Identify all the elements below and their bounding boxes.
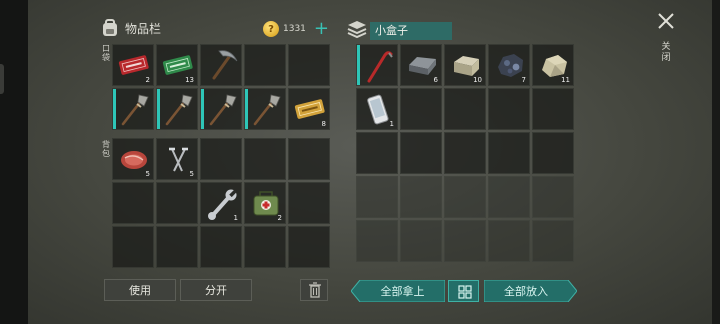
- backpack-slot[interactable]: [112, 182, 154, 224]
- crowbar-icon: [367, 51, 393, 83]
- currency-amount: 1331: [283, 24, 306, 34]
- backpack-slot[interactable]: [200, 138, 242, 180]
- left-edge-bar: [0, 0, 28, 324]
- item-count: 2: [277, 214, 282, 222]
- item-count: 6: [433, 76, 438, 84]
- container-slot[interactable]: [356, 220, 398, 262]
- backpack-slot[interactable]: 5: [112, 138, 154, 180]
- container-slot[interactable]: 1: [356, 88, 398, 130]
- game-inventory-screen: 物品栏 ? 1331 + 小盒子 口袋 背包 2 13 8 5512 6 10 7 11 1…: [0, 0, 720, 324]
- item-count: 1: [389, 120, 394, 128]
- backpack-slot[interactable]: [112, 226, 154, 268]
- take-all-button[interactable]: 全部拿上: [360, 280, 445, 302]
- pocket-slot[interactable]: 8: [288, 88, 330, 130]
- stone-spear-icon: [121, 94, 149, 126]
- pocket-slot[interactable]: 13: [156, 44, 198, 86]
- container-slot[interactable]: [444, 132, 486, 174]
- container-slot[interactable]: [532, 220, 574, 262]
- backpack-slot[interactable]: 1: [200, 182, 242, 224]
- pocket-slot[interactable]: 2: [112, 44, 154, 86]
- item-count: 5: [189, 170, 194, 178]
- close-icon[interactable]: [657, 12, 675, 30]
- coin-icon: ?: [263, 21, 279, 37]
- item-count: 5: [145, 170, 150, 178]
- box-stack-icon: [347, 21, 367, 39]
- right-edge-bar: [712, 0, 720, 324]
- pocket-grid: 2 13 8: [112, 44, 330, 130]
- container-title: 小盒子: [370, 22, 452, 40]
- stone-spear-icon: [253, 94, 281, 126]
- container-slot[interactable]: [532, 88, 574, 130]
- split-button[interactable]: 分开: [180, 279, 252, 301]
- inventory-header: 物品栏: [100, 18, 161, 38]
- pocket-slot[interactable]: [200, 88, 242, 130]
- container-slot[interactable]: [444, 176, 486, 218]
- backpack-slot[interactable]: [156, 226, 198, 268]
- backpack-slot[interactable]: 2: [244, 182, 286, 224]
- container-slot[interactable]: [400, 176, 442, 218]
- item-count: 13: [185, 76, 194, 84]
- pocket-label: 口袋: [102, 44, 110, 62]
- container-slot[interactable]: [444, 88, 486, 130]
- container-slot[interactable]: [532, 176, 574, 218]
- container-slot[interactable]: [400, 220, 442, 262]
- trash-icon: [309, 282, 321, 298]
- container-slot[interactable]: [532, 132, 574, 174]
- backpack-label: 背包: [102, 140, 110, 158]
- container-slot[interactable]: [356, 176, 398, 218]
- pocket-slot[interactable]: [156, 88, 198, 130]
- add-currency-button[interactable]: +: [314, 20, 329, 38]
- container-grid: 6 10 7 11 1: [356, 44, 574, 262]
- container-slot[interactable]: [488, 220, 530, 262]
- item-count: 7: [521, 76, 526, 84]
- container-slot[interactable]: [356, 44, 398, 86]
- pocket-slot[interactable]: [244, 88, 286, 130]
- backpack-slot[interactable]: [244, 226, 286, 268]
- container-slot[interactable]: 6: [400, 44, 442, 86]
- container-slot[interactable]: [488, 88, 530, 130]
- use-button[interactable]: 使用: [104, 279, 176, 301]
- item-count: 1: [233, 214, 238, 222]
- container-slot[interactable]: 7: [488, 44, 530, 86]
- container-slot[interactable]: [488, 176, 530, 218]
- container-slot[interactable]: [444, 220, 486, 262]
- grid-icon: [458, 285, 472, 299]
- container-slot[interactable]: [400, 132, 442, 174]
- sort-button[interactable]: [448, 280, 479, 302]
- pocket-slot[interactable]: [200, 44, 242, 86]
- container-slot[interactable]: 11: [532, 44, 574, 86]
- backpack-slot[interactable]: [200, 226, 242, 268]
- backpack-slot[interactable]: [288, 226, 330, 268]
- inventory-title: 物品栏: [125, 21, 162, 36]
- currency-display: ? 1331 +: [263, 20, 329, 38]
- pocket-slot[interactable]: [288, 44, 330, 86]
- item-count: 8: [321, 120, 326, 128]
- item-count: 11: [561, 76, 570, 84]
- stone-spear-icon: [209, 94, 237, 126]
- container-slot[interactable]: [356, 132, 398, 174]
- backpack-slot[interactable]: [288, 182, 330, 224]
- edge-notch: [0, 64, 4, 94]
- backpack-slot[interactable]: [244, 138, 286, 180]
- trash-button[interactable]: [300, 279, 328, 301]
- backpack-slot[interactable]: [156, 182, 198, 224]
- pickaxe-icon: [212, 50, 238, 80]
- item-count: 10: [473, 76, 482, 84]
- backpack-slot[interactable]: 5: [156, 138, 198, 180]
- backpack-icon: [103, 19, 117, 36]
- stone-spear-icon: [165, 94, 193, 126]
- container-slot[interactable]: [488, 132, 530, 174]
- close-label[interactable]: 关闭: [661, 42, 671, 64]
- backpack-grid: 5 5 1 2: [112, 138, 330, 268]
- put-all-button[interactable]: 全部放入: [484, 280, 568, 302]
- backpack-slot[interactable]: [288, 138, 330, 180]
- container-slot[interactable]: [400, 88, 442, 130]
- container-slot[interactable]: 10: [444, 44, 486, 86]
- item-count: 2: [145, 76, 150, 84]
- pocket-slot[interactable]: [112, 88, 154, 130]
- pocket-slot[interactable]: [244, 44, 286, 86]
